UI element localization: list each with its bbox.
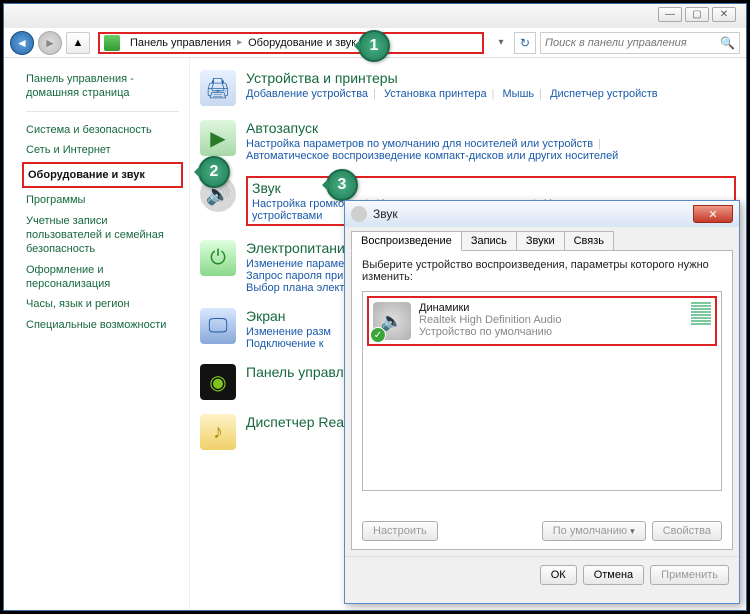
callout-3: 3 [326,169,358,201]
sidebar-item-access[interactable]: Специальные возможности [26,315,179,335]
tab-playback[interactable]: Воспроизведение [351,231,462,251]
titlebar: — ▢ ✕ [4,4,746,28]
breadcrumb-item-1[interactable]: Панель управления [126,37,235,49]
sidebar: Панель управления - домашняя страница Си… [4,58,190,610]
tab-recording[interactable]: Запись [461,231,517,251]
device-status: Устройство по умолчанию [419,326,683,338]
device-item-speakers[interactable]: 🔈 ✓ Динамики Realtek High Definition Aud… [367,296,717,346]
close-button[interactable]: ✕ [712,7,736,22]
category-title-devices[interactable]: Устройства и принтеры [246,70,736,86]
minimize-button[interactable]: — [658,7,682,22]
sound-dialog: Звук ✕ Воспроизведение Запись Звуки Связ… [344,200,740,604]
category-autoplay: ▶ Автозапуск Настройка параметров по умо… [200,120,736,162]
dialog-icon [351,206,367,222]
link-resize[interactable]: Изменение разм [246,326,331,338]
tab-sounds[interactable]: Звуки [516,231,565,251]
sidebar-item-users[interactable]: Учетные записи пользователей и семейная … [26,211,179,260]
sidebar-item-clock[interactable]: Часы, язык и регион [26,294,179,314]
link-password-wake[interactable]: Запрос пароля при вы [246,270,360,282]
check-icon: ✓ [370,327,386,343]
search-input[interactable] [545,37,720,49]
breadcrumb-icon [104,35,120,51]
dialog-titlebar: Звук ✕ [345,201,739,227]
autoplay-icon: ▶ [200,120,236,156]
forward-button[interactable]: ► [38,31,62,55]
breadcrumb-dropdown[interactable]: ▾ [492,37,510,48]
configure-button[interactable]: Настроить [362,521,438,541]
link-mouse[interactable]: Мышь [503,88,535,100]
cancel-button[interactable]: Отмена [583,565,644,585]
nvidia-icon: ◉ [200,364,236,400]
tab-panel: Выберите устройство воспроизведения, пар… [351,250,733,550]
dialog-close-button[interactable]: ✕ [693,205,733,223]
dialog-tabs: Воспроизведение Запись Звуки Связь [345,227,739,251]
refresh-button[interactable]: ↻ [514,32,536,54]
sidebar-item-network[interactable]: Сеть и Интернет [26,140,179,160]
dialog-title: Звук [373,207,398,221]
tab-communications[interactable]: Связь [564,231,614,251]
link-add-printer[interactable]: Установка принтера [384,88,487,100]
breadcrumb-item-2[interactable]: Оборудование и звук [244,37,360,49]
callout-1: 1 [358,30,390,62]
category-title-autoplay[interactable]: Автозапуск [246,120,736,136]
sidebar-item-appearance[interactable]: Оформление и персонализация [26,260,179,295]
breadcrumb-separator: ▸ [235,37,244,48]
sidebar-item-system[interactable]: Система и безопасность [26,120,179,140]
dialog-footer: ОК Отмена Применить [345,556,739,593]
device-name: Динамики [419,302,683,314]
panel-instruction: Выберите устройство воспроизведения, пар… [362,259,722,283]
power-icon: ⏻ [200,240,236,276]
ok-button[interactable]: ОК [540,565,577,585]
link-device-manager[interactable]: Диспетчер устройств [550,88,658,100]
sidebar-item-programs[interactable]: Программы [26,190,179,210]
up-button[interactable]: ▲ [66,32,90,54]
search-icon[interactable]: 🔍 [720,36,735,50]
properties-button[interactable]: Свойства [652,521,722,541]
device-list[interactable]: 🔈 ✓ Динамики Realtek High Definition Aud… [362,291,722,491]
set-default-button[interactable]: По умолчанию▾ [542,521,646,541]
link-connect[interactable]: Подключение к [246,338,324,350]
level-meter [691,302,711,325]
breadcrumb: Панель управления ▸ Оборудование и звук … [98,32,484,54]
category-devices: 🖨 Устройства и принтеры Добавление устро… [200,70,736,106]
search-box: 🔍 [540,32,740,54]
device-driver: Realtek High Definition Audio [419,314,683,326]
link-autoplay-defaults[interactable]: Настройка параметров по умолчанию для но… [246,138,593,150]
link-autoplay-cd[interactable]: Автоматическое воспроизведение компакт-д… [246,150,618,162]
sidebar-item-hardware[interactable]: Оборудование и звук [22,162,183,188]
callout-2: 2 [198,156,230,188]
apply-button[interactable]: Применить [650,565,729,585]
sidebar-home[interactable]: Панель управления - домашняя страница [26,72,179,101]
back-button[interactable]: ◄ [10,31,34,55]
link-add-device[interactable]: Добавление устройства [246,88,368,100]
realtek-icon: ♪ [200,414,236,450]
devices-icon: 🖨 [200,70,236,106]
display-icon: 🖵 [200,308,236,344]
maximize-button[interactable]: ▢ [685,7,709,22]
